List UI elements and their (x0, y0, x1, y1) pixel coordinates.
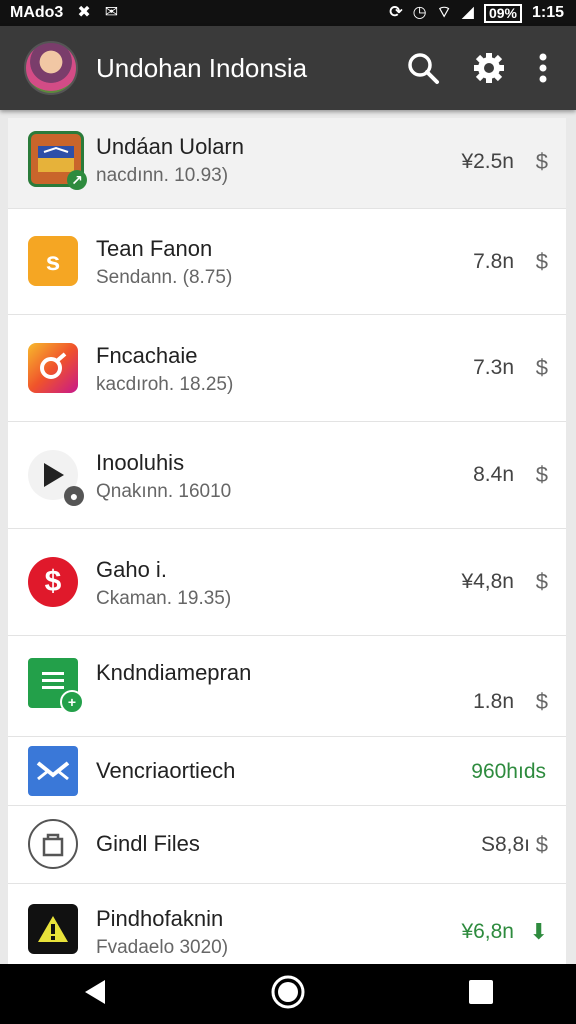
app-size: S8,8ı (480, 833, 530, 856)
dollar-icon[interactable]: $ (536, 249, 548, 275)
app-list: ↗ Undáan Uolarn nacdınn. 10.93) ¥2.5n $ … (8, 118, 566, 964)
app-title: Pindhofaknin (96, 906, 224, 931)
app-size: 8.4n (473, 463, 514, 486)
avatar[interactable] (24, 41, 78, 95)
app-title: Undáan Uolarn (96, 134, 244, 159)
clock-text: 1:15 (531, 4, 564, 21)
app-size: 7.3n (473, 356, 514, 379)
app-size: 7.8n (473, 250, 514, 273)
recent-apps-icon[interactable] (467, 978, 495, 1011)
sync-icon: ⟳ (389, 4, 403, 21)
app-bar: Undohan Indonsia (0, 26, 576, 110)
wifi-icon: ⌔ (436, 4, 452, 21)
list-item[interactable]: + Kndndiamepran 1.8n $ (8, 636, 566, 737)
battery-indicator: 09% (483, 3, 522, 23)
list-item[interactable]: s Tean Fanon Sendann. (8.75) 7.8n $ (8, 209, 566, 315)
app-subtitle: Qnakınn. 16010 (96, 481, 232, 502)
app-title: Inooluhis (96, 450, 185, 475)
notification-x-icon: ✖ (77, 4, 91, 21)
carrier-text: MAdo3 (10, 4, 64, 21)
app-subtitle: Ckaman. 19.35) (96, 588, 232, 609)
app-size: ¥4,8n (461, 570, 514, 593)
dollar-icon[interactable]: $ (536, 689, 548, 715)
app-size: ¥6,8n (461, 920, 514, 943)
gear-icon[interactable] (472, 51, 506, 85)
alarm-icon: ◷ (412, 4, 427, 21)
files-app-icon (28, 819, 78, 869)
warning-app-icon (28, 904, 78, 954)
app-title: Fncachaie (96, 343, 198, 368)
dollar-icon[interactable]: $ (536, 832, 548, 858)
app-subtitle: Sendann. (8.75) (96, 267, 233, 288)
list-item[interactable]: ● Inooluhis Qnakınn. 16010 8.4n $ (8, 422, 566, 529)
list-item[interactable]: Vencriaortiech 960hıds (8, 737, 566, 806)
list-item[interactable]: Pindhofaknin Fvadaelo 3020) ¥6,8n ⬇ (8, 884, 566, 964)
app-title: Gindl Files (96, 831, 200, 856)
app-subtitle: Fvadaelo 3020) (96, 937, 229, 958)
mail-app-icon (28, 746, 78, 796)
dollar-app-icon: $ (28, 557, 78, 607)
game-app-icon: ↗ (28, 131, 87, 190)
app-size: ¥2.5n (461, 150, 514, 173)
dollar-icon[interactable]: $ (536, 355, 548, 381)
app-title: Kndndiamepran (96, 660, 252, 685)
download-arrow-icon[interactable]: ⬇ (530, 919, 548, 945)
app-subtitle: nacdınn. 10.93) (96, 165, 229, 186)
list-item[interactable]: ↗ Undáan Uolarn nacdınn. 10.93) ¥2.5n $ (8, 118, 566, 209)
list-item[interactable]: Gindl Files S8,8ı $ (8, 806, 566, 884)
video-player-app-icon: ● (28, 450, 84, 506)
app-title: Tean Fanon (96, 236, 213, 261)
back-icon[interactable] (81, 977, 109, 1012)
page-title: Undohan Indonsia (96, 52, 308, 83)
search-icon[interactable] (406, 51, 440, 85)
sticker-app-icon: s (28, 236, 78, 286)
list-item[interactable]: $ Gaho i. Ckaman. 19.35) ¥4,8n $ (8, 529, 566, 636)
more-options-icon[interactable] (538, 53, 548, 83)
dollar-icon[interactable]: $ (536, 462, 548, 488)
app-size: 1.8n (473, 690, 514, 713)
app-title: Vencriaortiech (96, 758, 236, 783)
dollar-icon[interactable]: $ (536, 149, 548, 175)
home-icon[interactable] (270, 974, 306, 1015)
camera-app-icon (28, 343, 78, 393)
list-item[interactable]: Fncachaie kacdıroh. 18.25) 7.3n $ (8, 315, 566, 422)
dollar-icon[interactable]: $ (536, 569, 548, 595)
sheets-app-icon: + (28, 658, 84, 714)
message-icon: ✉ (104, 4, 119, 21)
app-size: 960hıds (471, 760, 546, 783)
navigation-bar (0, 964, 576, 1024)
app-subtitle: kacdıroh. 18.25) (96, 374, 234, 395)
app-title: Gaho i. (96, 557, 167, 582)
status-bar: MAdo3 ✖ ✉ ⟳ ◷ ⌔ ◢ 09% 1:15 (0, 0, 576, 26)
signal-icon: ◢ (461, 4, 474, 21)
